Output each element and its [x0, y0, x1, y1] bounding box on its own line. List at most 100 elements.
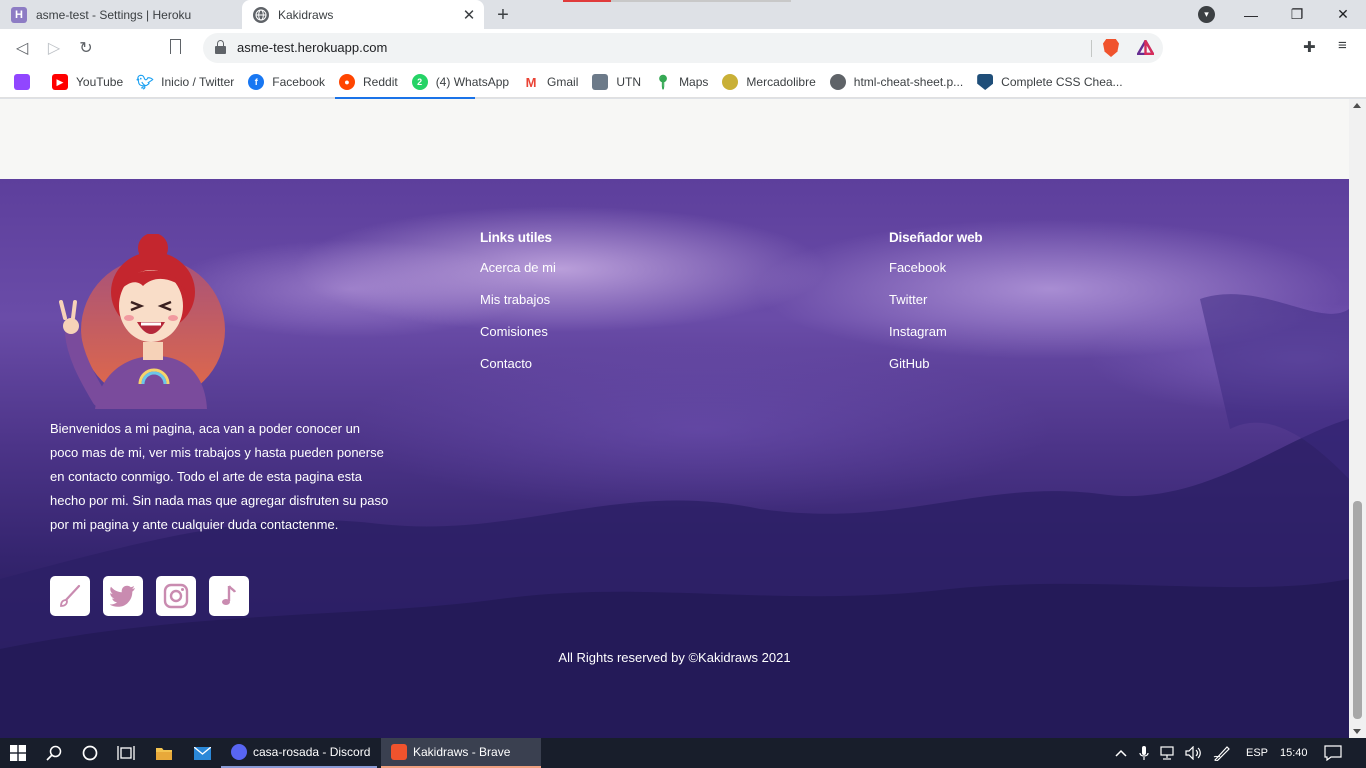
designer-link-github[interactable]: GitHub — [889, 354, 982, 386]
vertical-scrollbar[interactable] — [1349, 99, 1366, 738]
scrollbar-thumb[interactable] — [1353, 501, 1362, 719]
clock[interactable]: 15:40 — [1280, 738, 1308, 768]
search-icon[interactable] — [36, 738, 72, 768]
bookmark-maps[interactable]: 📍︎ Maps — [654, 73, 709, 90]
volume-icon[interactable] — [1185, 738, 1203, 768]
utn-icon — [592, 74, 609, 90]
paintbrush-icon[interactable] — [50, 576, 90, 616]
reddit-icon: ● — [339, 74, 355, 90]
tab-search-icon[interactable]: ▾ — [1198, 6, 1215, 23]
brave-shields-icon[interactable] — [1103, 39, 1119, 57]
reload-button[interactable]: ↻ — [75, 37, 97, 59]
back-button[interactable]: ◁ — [11, 37, 33, 59]
link-my-works[interactable]: Mis trabajos — [480, 290, 556, 322]
designer-link-facebook[interactable]: Facebook — [889, 258, 982, 290]
instagram-icon[interactable] — [156, 576, 196, 616]
discord-icon — [231, 744, 247, 760]
tab-kakidraws[interactable]: Kakidraws ✕ — [242, 0, 484, 29]
bookmark-label: html-cheat-sheet.p... — [853, 75, 964, 89]
restore-button[interactable]: ❐ — [1274, 0, 1320, 29]
link-about-me[interactable]: Acerca de mi — [480, 258, 556, 290]
bookmark-gmail[interactable]: M Gmail — [523, 74, 579, 90]
about-description: Bienvenidos a mi pagina, aca van a poder… — [50, 421, 389, 532]
globe-icon — [829, 74, 846, 90]
task-view-icon[interactable] — [108, 738, 144, 768]
useful-links-column: Links utiles Acerca de mi Mis trabajos C… — [480, 230, 556, 386]
globe-icon — [253, 6, 269, 23]
facebook-icon: f — [248, 74, 265, 90]
web-designer-column: Diseñador web Facebook Twitter Instagram… — [889, 230, 983, 386]
cortana-icon[interactable] — [72, 738, 108, 768]
tab-strip-accent-grey — [611, 0, 791, 2]
youtube-icon: ▶ — [52, 74, 68, 90]
file-explorer-icon[interactable] — [146, 738, 182, 768]
gmail-icon: M — [525, 74, 537, 90]
bookmark-utn[interactable]: UTN — [592, 74, 641, 90]
copyright-text: All Rights reserved by ©Kakidraws 2021 — [558, 650, 791, 665]
designer-link-instagram[interactable]: Instagram — [889, 322, 982, 354]
menu-icon[interactable]: ≡ — [1338, 37, 1347, 54]
twitter-icon[interactable] — [103, 576, 143, 616]
bookmark-label: UTN — [616, 75, 642, 89]
bookmark-twitch[interactable] — [14, 74, 38, 90]
tab-heroku-settings[interactable]: H asme-test - Settings | Heroku — [0, 0, 242, 29]
heroku-icon: H — [11, 6, 27, 23]
bookmark-mercadolibre[interactable]: Mercadolibre — [722, 74, 816, 90]
bookmark-page-icon[interactable] — [170, 39, 181, 54]
show-hidden-icons-icon[interactable] — [1115, 738, 1127, 768]
pen-workspace-icon[interactable] — [1213, 738, 1231, 768]
scroll-up-arrow-icon[interactable] — [1353, 103, 1361, 108]
extensions-icon[interactable]: ✚ — [1303, 38, 1316, 56]
designer-link-twitter[interactable]: Twitter — [889, 290, 982, 322]
bookmark-twitter[interactable]: 🐦︎ Inicio / Twitter — [136, 73, 235, 90]
browser-toolbar: ◁ ▷ ↻ asme-test.herokuapp.com ✚ ≡ — [0, 29, 1366, 67]
taskbar-app-label: Kakidraws - Brave — [413, 745, 511, 759]
taskbar-app-brave[interactable]: Kakidraws - Brave — [381, 738, 541, 768]
bookmark-label: Facebook — [272, 75, 325, 89]
bookmark-facebook[interactable]: f Facebook — [248, 74, 325, 90]
taskbar-app-label: casa-rosada - Discord — [253, 745, 371, 759]
bookmarks-bar: ▶ YouTube 🐦︎ Inicio / Twitter f Facebook… — [0, 67, 1366, 98]
brave-rewards-icon[interactable] — [1137, 40, 1154, 55]
bookmark-whatsapp[interactable]: 2 (4) WhatsApp — [411, 74, 509, 90]
music-note-icon[interactable] — [209, 576, 249, 616]
language-indicator[interactable]: ESP — [1246, 738, 1268, 768]
bookmark-label: Gmail — [547, 75, 579, 89]
minimize-button[interactable]: — — [1228, 0, 1274, 29]
lock-icon[interactable] — [215, 40, 226, 54]
bookmark-html-cheat-sheet[interactable]: html-cheat-sheet.p... — [829, 74, 964, 90]
link-contact[interactable]: Contacto — [480, 354, 556, 386]
bookmark-label: Inicio / Twitter — [161, 75, 235, 89]
omnibox-divider — [1091, 40, 1092, 57]
avatar-illustration — [59, 234, 225, 409]
windows-start-icon[interactable] — [0, 738, 36, 768]
microphone-icon[interactable] — [1139, 738, 1149, 768]
address-bar[interactable]: asme-test.herokuapp.com — [203, 33, 1163, 63]
taskbar-app-discord[interactable]: casa-rosada - Discord — [221, 738, 377, 768]
network-icon[interactable] — [1160, 738, 1178, 768]
maps-icon: 📍︎ — [654, 73, 672, 90]
bookmark-label: Complete CSS Chea... — [1001, 75, 1123, 89]
scroll-down-arrow-icon[interactable] — [1353, 729, 1361, 734]
tab-strip-accent — [563, 0, 611, 2]
url-text[interactable]: asme-test.herokuapp.com — [237, 40, 387, 55]
mail-icon[interactable] — [184, 738, 220, 768]
bookmark-css-cheat-sheet[interactable]: Complete CSS Chea... — [977, 74, 1123, 90]
bookmark-label: Maps — [679, 75, 709, 89]
page-viewport: Bienvenidos a mi pagina, aca van a poder… — [0, 99, 1349, 738]
bookmark-reddit[interactable]: ● Reddit — [339, 74, 398, 90]
close-window-button[interactable]: ✕ — [1320, 0, 1366, 29]
bookmark-youtube[interactable]: ▶ YouTube — [52, 74, 123, 90]
mercadolibre-icon — [722, 74, 739, 90]
notifications-icon[interactable] — [1324, 738, 1342, 768]
bookmark-label: Reddit — [363, 75, 398, 89]
shield-icon — [977, 74, 994, 90]
close-tab-icon[interactable]: ✕ — [459, 5, 479, 25]
tab-title: Kakidraws — [278, 7, 334, 22]
whatsapp-icon: 2 — [411, 74, 428, 90]
twitter-icon: 🐦︎ — [136, 73, 155, 90]
link-commissions[interactable]: Comisiones — [480, 322, 556, 354]
forward-button[interactable]: ▷ — [43, 37, 65, 59]
new-tab-button[interactable]: + — [492, 4, 514, 26]
bookmark-label: YouTube — [76, 75, 124, 89]
